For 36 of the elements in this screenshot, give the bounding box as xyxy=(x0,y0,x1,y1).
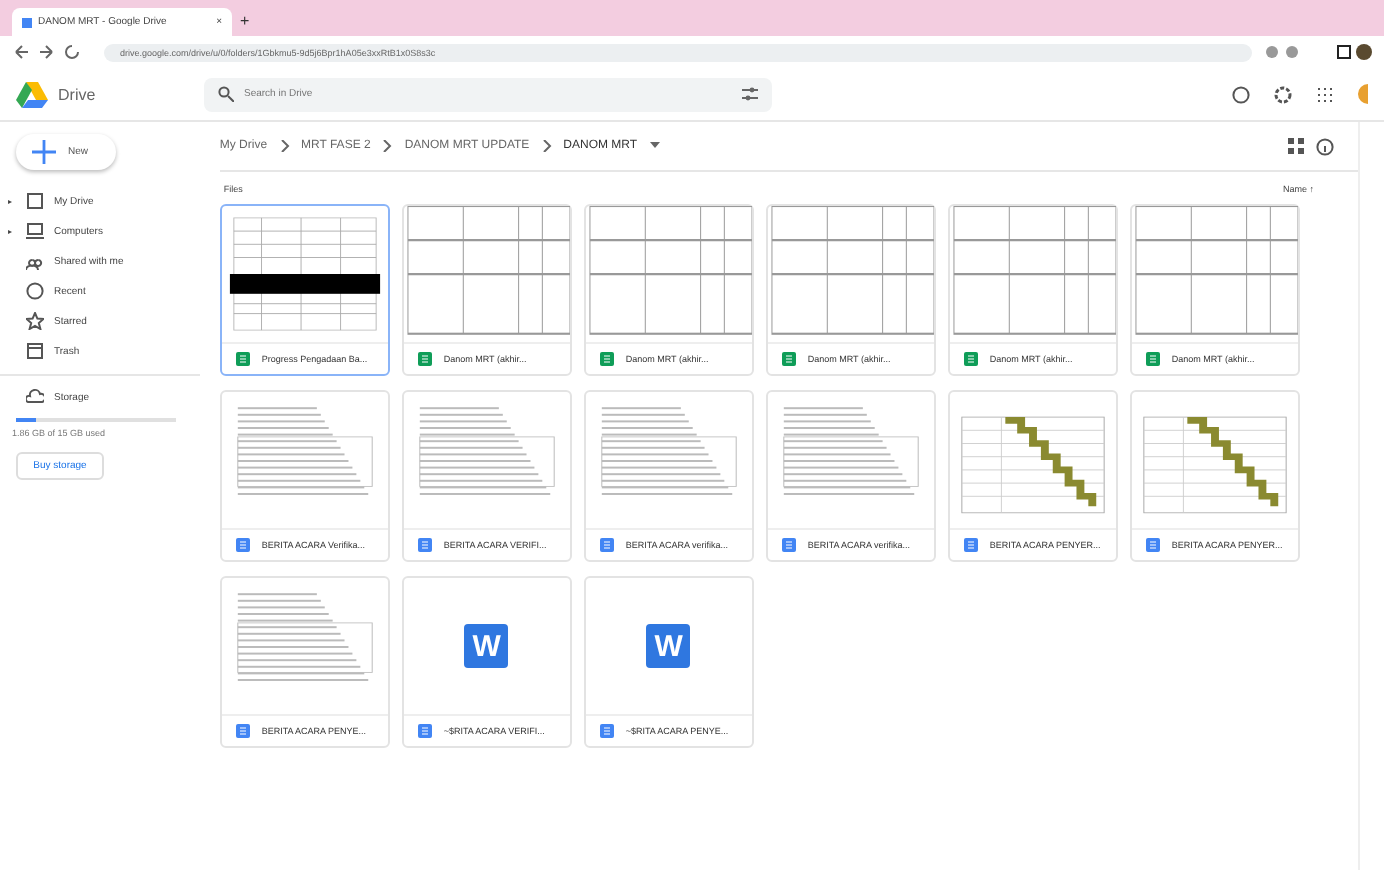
chevron-icon xyxy=(279,140,290,152)
trash-icon xyxy=(26,342,44,360)
doc-icon xyxy=(599,538,614,552)
doc-icon xyxy=(235,538,250,552)
sheet-icon xyxy=(417,352,432,366)
doc-icon xyxy=(599,724,614,738)
sheet-icon xyxy=(599,352,614,366)
sheet-icon xyxy=(963,352,978,366)
drive-logo-icon xyxy=(16,80,48,108)
chevron-icon xyxy=(382,140,393,152)
sheet-icon xyxy=(235,352,250,366)
word-icon: W xyxy=(646,624,691,668)
new-tab-button[interactable]: + xyxy=(240,8,250,36)
sheet-icon xyxy=(781,352,796,366)
plus-icon xyxy=(32,140,56,164)
grid-view-icon[interactable] xyxy=(1288,138,1305,154)
doc-icon xyxy=(1145,538,1160,552)
apps-icon[interactable] xyxy=(1316,85,1334,103)
doc-icon xyxy=(417,724,432,738)
filter-icon[interactable] xyxy=(742,86,758,102)
product-name: Drive xyxy=(58,85,98,103)
profile-icon[interactable] xyxy=(1336,42,1372,62)
doc-icon xyxy=(417,538,432,552)
info-icon[interactable] xyxy=(1316,137,1335,155)
word-icon: W xyxy=(464,624,509,668)
sheet-icon xyxy=(1145,352,1160,366)
chevron-icon xyxy=(541,140,552,152)
doc-icon xyxy=(781,538,796,552)
caret-icon[interactable] xyxy=(649,142,660,150)
search-icon xyxy=(218,86,234,102)
settings-icon[interactable] xyxy=(1274,85,1292,103)
star-icon xyxy=(26,312,44,330)
doc-icon xyxy=(235,724,250,738)
cloud-icon xyxy=(26,388,44,406)
doc-icon xyxy=(963,538,978,552)
computer-icon xyxy=(26,222,44,240)
